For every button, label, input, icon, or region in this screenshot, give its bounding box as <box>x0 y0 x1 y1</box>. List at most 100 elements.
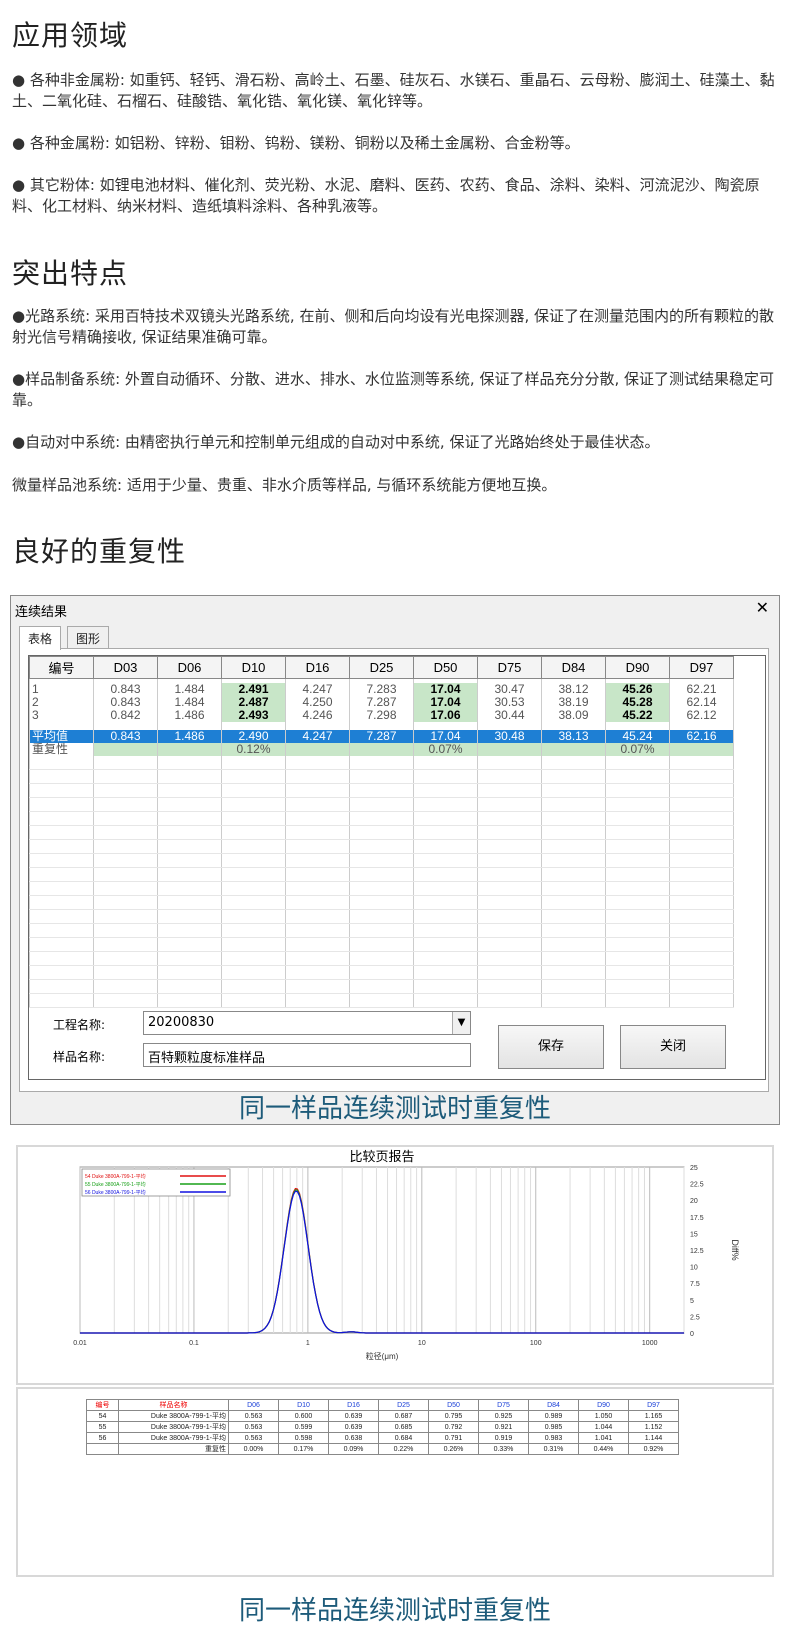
col-header[interactable]: D50 <box>413 656 478 679</box>
grid-cell <box>477 839 542 854</box>
grid-cell <box>157 937 222 952</box>
cmp-col-header: 编号 <box>86 1399 119 1411</box>
grid-cell <box>221 979 286 994</box>
col-header[interactable]: D90 <box>605 656 670 679</box>
grid-cell <box>93 811 158 826</box>
project-name-value: 20200830 <box>148 1015 215 1030</box>
grid-cell <box>669 755 734 770</box>
close-button[interactable]: 关闭 <box>620 1025 726 1069</box>
grid-cell <box>477 895 542 910</box>
grid-cell <box>157 853 222 868</box>
cmp-row: 54 Duke 3800A-799-1-平均 0.563 0.600 0.639 0.68… <box>86 1410 679 1422</box>
empty-row <box>29 923 734 938</box>
grid-cell <box>221 881 286 896</box>
table-row[interactable]: 2 0.843 1.484 2.487 4.250 7.287 17.04 30.53 38.1… <box>29 695 734 709</box>
save-button[interactable]: 保存 <box>498 1025 604 1069</box>
repeatability-row[interactable]: 重复性 0.12% 0.07% 0.07% <box>29 742 734 756</box>
cmp-cell <box>86 1443 119 1455</box>
grid-cell: 2 <box>29 695 94 709</box>
grid-cell <box>157 867 222 882</box>
grid-cell <box>477 867 542 882</box>
grid-cell <box>605 755 670 770</box>
col-header[interactable]: D06 <box>157 656 222 679</box>
grid-cell: 1.484 <box>157 695 222 709</box>
grid-cell <box>93 825 158 840</box>
col-header[interactable]: D16 <box>285 656 350 679</box>
project-name-label: 工程名称: <box>53 1018 106 1032</box>
grid-cell: 1.486 <box>157 708 222 722</box>
cmp-row: 重复性 0.00% 0.17% 0.09% 0.22% 0.26% 0.33% 0.31% 0.… <box>86 1443 679 1455</box>
grid-cell <box>413 783 478 798</box>
grid-cell: 0.842 <box>93 708 158 722</box>
chevron-down-icon[interactable]: ▼ <box>452 1012 470 1034</box>
grid-cell <box>605 979 670 994</box>
cmp-cell: 0.985 <box>528 1421 579 1433</box>
x-tick-label: 0.01 <box>73 1340 87 1347</box>
cmp-col-header: D97 <box>628 1399 679 1411</box>
y-tick-label: 22.5 <box>690 1182 704 1189</box>
tab-graph[interactable]: 图形 <box>67 626 110 648</box>
grid-cell <box>29 867 94 882</box>
col-header[interactable]: D03 <box>93 656 158 679</box>
comparison-table: 编号 样品名称 D06 D10 D16 D25 D50 D75 D84 D90 D97 54 Duke… <box>86 1399 679 1455</box>
cmp-col-header: D84 <box>528 1399 579 1411</box>
grid-cell <box>285 895 350 910</box>
table-row[interactable]: 1 0.843 1.484 2.491 4.247 7.283 17.04 30.47 38.1… <box>29 682 734 696</box>
grid-cell <box>477 825 542 840</box>
col-header[interactable]: D97 <box>669 656 734 679</box>
grid-cell <box>413 895 478 910</box>
grid-cell <box>541 755 606 770</box>
tab-table[interactable]: 表格 <box>19 626 62 650</box>
y-tick-label: 7.5 <box>690 1281 700 1288</box>
y-tick-label: 25 <box>690 1165 698 1172</box>
cmp-cell: 0.989 <box>528 1410 579 1422</box>
cmp-col-header: D10 <box>278 1399 329 1411</box>
grid-cell <box>605 909 670 924</box>
grid-cell <box>605 881 670 896</box>
cmp-col-header: D90 <box>578 1399 629 1411</box>
grid-cell <box>29 895 94 910</box>
grid-cell <box>669 923 734 938</box>
grid-cell <box>349 951 414 966</box>
col-header[interactable]: 编号 <box>29 656 94 679</box>
grid-cell <box>285 783 350 798</box>
grid-cell <box>349 909 414 924</box>
grid-cell: 30.53 <box>477 695 542 709</box>
legend-label: 54 Duke 3800A-799-1-平均 <box>85 1173 146 1180</box>
cmp-cell: 0.44% <box>578 1443 629 1455</box>
average-row[interactable]: 平均值 0.843 1.486 2.490 4.247 7.287 17.04 30.48 38… <box>29 729 734 743</box>
grid-cell: 62.12 <box>669 708 734 722</box>
grid-cell <box>413 993 478 1008</box>
sample-name-label: 样品名称: <box>53 1050 106 1064</box>
grid-cell <box>541 769 606 784</box>
grid-cell: 3 <box>29 708 94 722</box>
grid-cell <box>29 755 94 770</box>
grid-cell <box>29 923 94 938</box>
sample-name-input[interactable]: 百特颗粒度标准样品 <box>143 1043 471 1067</box>
grid-cell <box>413 797 478 812</box>
cmp-col-header: 样品名称 <box>118 1399 229 1411</box>
cmp-cell: 0.684 <box>378 1432 429 1444</box>
grid-cell <box>29 825 94 840</box>
grid-cell <box>29 979 94 994</box>
cmp-cell: 0.17% <box>278 1443 329 1455</box>
col-header[interactable]: D25 <box>349 656 414 679</box>
grid-cell <box>349 923 414 938</box>
grid-cell <box>605 951 670 966</box>
grid-cell <box>349 979 414 994</box>
close-icon[interactable]: ✕ <box>756 598 769 617</box>
grid-cell <box>29 993 94 1008</box>
grid-cell <box>29 769 94 784</box>
feature-item: 微量样品池系统: 适用于少量、贵重、非水介质等样品, 与循环系统能方便地互换。 <box>12 476 557 494</box>
cmp-cell: 0.599 <box>278 1421 329 1433</box>
col-header[interactable]: D75 <box>477 656 542 679</box>
grid-cell: 45.28 <box>605 695 670 709</box>
grid-cell: 30.44 <box>477 708 542 722</box>
table-row[interactable]: 3 0.842 1.486 2.493 4.246 7.298 17.06 30.44 38.0… <box>29 708 734 722</box>
col-header[interactable]: D84 <box>541 656 606 679</box>
grid-cell <box>93 965 158 980</box>
project-name-select[interactable]: 20200830 ▼ <box>143 1011 471 1035</box>
grid-cell: 平均值 <box>29 729 94 743</box>
col-header[interactable]: D10 <box>221 656 286 679</box>
cmp-cell: 1.044 <box>578 1421 629 1433</box>
